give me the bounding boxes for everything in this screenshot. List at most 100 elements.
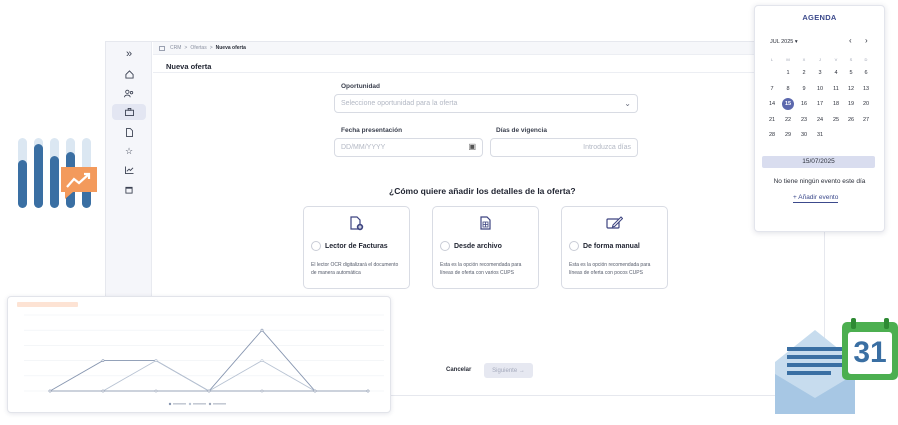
calendar-day[interactable]: 5 [845, 67, 857, 79]
date-input[interactable]: DD/MM/YYYY ▣ [334, 138, 483, 157]
calendar-day[interactable]: 8 [782, 83, 794, 95]
breadcrumb: CRM > Ofertas > Nueva oferta [153, 42, 824, 55]
calendar-day[interactable]: 29 [782, 129, 794, 141]
chart-point[interactable] [207, 389, 211, 393]
opportunity-select[interactable]: Seleccione oportunidad para la oferta ⌄ [334, 94, 638, 113]
option-description: Esta es la opción recomendada para línea… [569, 262, 651, 276]
breadcrumb-ofertas[interactable]: Ofertas [190, 45, 206, 51]
option-card-manual[interactable]: De forma manual Esta es la opción recome… [561, 206, 668, 289]
calendar-day-number: 31 [853, 336, 887, 369]
chart-point[interactable] [366, 389, 370, 393]
weekday-label: V [834, 57, 838, 62]
calendar-day[interactable]: 25 [830, 114, 842, 126]
method-question: ¿Cómo quiere añadir los detalles de la o… [389, 186, 576, 196]
calendar-icon[interactable] [112, 182, 146, 198]
line-chart-card [7, 296, 391, 413]
option-card-ocr[interactable]: Lector de Facturas El lector OCR digital… [303, 206, 410, 289]
chart-legend-label [173, 403, 186, 405]
chart-legend-label [213, 403, 226, 405]
calendar-day[interactable]: 17 [814, 98, 826, 110]
calendar-day-selected[interactable]: 15 [782, 98, 794, 110]
calendar-day[interactable]: 7 [766, 83, 778, 95]
calendar-day[interactable]: 14 [766, 98, 778, 110]
validity-placeholder: Introduzca días [583, 144, 631, 151]
calendar-day[interactable]: 24 [814, 114, 826, 126]
chart-point[interactable] [260, 328, 264, 332]
calendar-day[interactable]: 3 [814, 67, 826, 79]
calendar-day[interactable]: 19 [845, 98, 857, 110]
document-icon[interactable] [112, 124, 146, 140]
chart-point[interactable] [101, 389, 105, 393]
calendar-day[interactable]: 27 [860, 114, 872, 126]
star-icon[interactable]: ☆ [112, 143, 146, 159]
calendar-day[interactable]: 20 [860, 98, 872, 110]
chart-point[interactable] [260, 359, 264, 363]
calendar-day[interactable]: 12 [845, 83, 857, 95]
users-icon[interactable] [112, 85, 146, 101]
calendar-31-icon: 31 [842, 318, 898, 380]
calendar-day[interactable]: 6 [860, 67, 872, 79]
option-title: Desde archivo [454, 243, 502, 250]
weekday-label: X [802, 57, 806, 62]
date-placeholder: DD/MM/YYYY [341, 144, 386, 151]
chart-point[interactable] [154, 359, 158, 363]
calendar-picker-icon[interactable]: ▣ [468, 142, 476, 151]
validity-days-input[interactable]: Introduzca días [490, 138, 638, 157]
breadcrumb-crm[interactable]: CRM [170, 45, 181, 51]
chart-point[interactable] [154, 389, 158, 393]
calendar-day[interactable]: 30 [798, 129, 810, 141]
option-card-file[interactable]: Desde archivo Esta es la opción recomend… [432, 206, 539, 289]
option-radio[interactable] [440, 241, 450, 251]
chart-legend-marker [168, 402, 172, 406]
calendar-day[interactable]: 4 [830, 67, 842, 79]
calendar-day[interactable]: 28 [766, 129, 778, 141]
calendar-day[interactable]: 18 [830, 98, 842, 110]
weekday-label: S [849, 57, 853, 62]
calendar-day[interactable]: 22 [782, 114, 794, 126]
home-icon[interactable] [112, 66, 146, 82]
weekday-label: M [786, 57, 790, 62]
chart-point[interactable] [48, 389, 52, 393]
option-description: Esta es la opción recomendada para línea… [440, 262, 522, 276]
spreadsheet-file-icon [433, 216, 538, 233]
prev-month-button[interactable]: ‹ [849, 36, 852, 45]
next-month-button[interactable]: › [865, 36, 868, 45]
window-icon [159, 45, 165, 51]
breadcrumb-separator: > [209, 45, 213, 51]
month-selector[interactable]: JUL 2025 ▾ [770, 39, 798, 45]
edit-pen-icon [562, 216, 667, 232]
chevrons-right-icon[interactable]: » [112, 46, 146, 62]
chart-icon[interactable] [112, 162, 146, 178]
cancel-button[interactable]: Cancelar [446, 367, 471, 373]
option-radio[interactable] [569, 241, 579, 251]
calendar-day[interactable]: 16 [798, 98, 810, 110]
opportunity-placeholder: Seleccione oportunidad para la oferta [341, 100, 458, 107]
trend-up-icon [61, 167, 97, 199]
calendar-day[interactable]: 11 [830, 83, 842, 95]
calendar-day[interactable]: 26 [845, 114, 857, 126]
calendar-day[interactable]: 31 [814, 129, 826, 141]
calendar-day[interactable]: 9 [798, 83, 810, 95]
screenshot-stage: » ☆ CRM > Ofertas > Nueva oferta Nueva o… [0, 0, 898, 425]
calendar-day[interactable]: 2 [798, 67, 810, 79]
weekday-label: L [770, 57, 774, 62]
next-button-label: Siguiente [492, 367, 518, 374]
briefcase-icon[interactable] [112, 104, 146, 120]
no-events-text: No tiene ningún evento este día [773, 178, 866, 185]
opportunity-label: Oportunidad [341, 83, 380, 90]
calendar-day[interactable]: 23 [798, 114, 810, 126]
calendar-day[interactable]: 1 [782, 67, 794, 79]
chevron-down-icon: ⌄ [624, 99, 631, 108]
chart-point[interactable] [101, 359, 105, 363]
option-title: De forma manual [583, 243, 640, 250]
calendar-day[interactable]: 10 [814, 83, 826, 95]
calendar-day[interactable]: 21 [766, 114, 778, 126]
calendar-day[interactable]: 13 [860, 83, 872, 95]
option-radio[interactable] [311, 241, 321, 251]
agenda-title: AGENDA [802, 13, 837, 22]
next-button[interactable]: Siguiente → [484, 363, 533, 378]
breadcrumb-current: Nueva oferta [215, 45, 246, 51]
add-event-link[interactable]: + Añadir evento [793, 194, 839, 203]
chart-point[interactable] [260, 389, 264, 393]
chart-point[interactable] [313, 389, 317, 393]
